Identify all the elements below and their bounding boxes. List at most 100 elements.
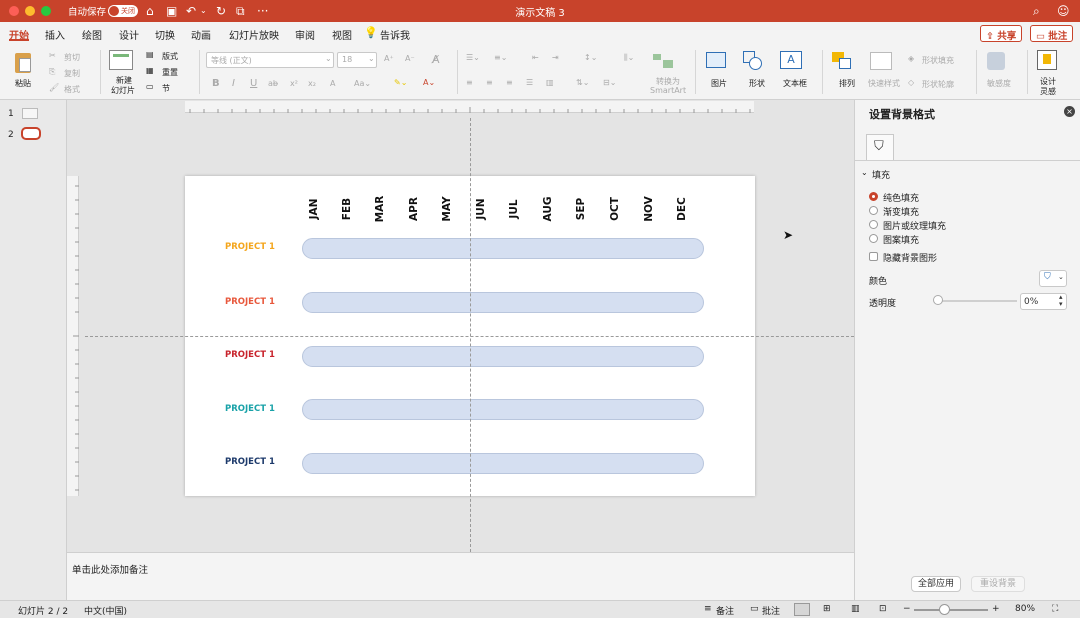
line-spacing-icon[interactable]: ↕⌄	[584, 53, 597, 62]
highlight-icon[interactable]: ✎⌄	[394, 78, 407, 87]
reading-view-icon[interactable]: ▥	[851, 604, 860, 614]
sensitivity-button[interactable]: 敏感度	[987, 78, 1011, 89]
shape-fill-icon[interactable]: ◈	[908, 54, 914, 63]
shape-button[interactable]: 形状	[749, 78, 765, 89]
tab-draw[interactable]: 绘图	[82, 27, 102, 42]
gradient-fill-radio[interactable]	[869, 206, 878, 215]
slide-thumbnail[interactable]	[22, 108, 38, 119]
increase-indent-icon[interactable]: ⇥	[552, 53, 559, 62]
smiley-icon[interactable]: ☺	[1057, 3, 1070, 19]
font-size-select[interactable]: 18 ⌄	[337, 52, 377, 68]
shape-outline-icon[interactable]: ◇	[908, 78, 914, 87]
color-picker-button[interactable]: ⛉ ⌄	[1039, 270, 1067, 287]
text-direction-icon[interactable]: ⇅⌄	[576, 78, 589, 87]
underline-icon[interactable]: U	[250, 78, 257, 89]
slideshow-view-icon[interactable]: ⊡	[879, 604, 887, 614]
text-effects-icon[interactable]: A	[330, 79, 335, 88]
copy-icon[interactable]: ⎘	[49, 67, 55, 77]
tab-review[interactable]: 审阅	[295, 27, 315, 42]
normal-view-icon[interactable]	[794, 603, 810, 616]
vertical-guide[interactable]	[470, 118, 471, 552]
strikethrough-icon[interactable]: ab̶	[268, 79, 278, 88]
distributed-icon[interactable]: ▥	[546, 78, 554, 87]
project-bar[interactable]	[302, 346, 704, 367]
arrange-button[interactable]: 排列	[839, 78, 855, 89]
layout-button[interactable]: 版式	[162, 51, 178, 62]
shape-fill-button[interactable]: 形状填充	[922, 55, 954, 66]
tab-transitions[interactable]: 切换	[155, 27, 175, 42]
pattern-fill-radio[interactable]	[869, 234, 878, 243]
zoom-level[interactable]: 80%	[1015, 604, 1035, 614]
fill-category-tab[interactable]: ⛉	[866, 134, 894, 160]
numbering-icon[interactable]: ≡⌄	[494, 53, 507, 62]
notes-toggle[interactable]: 备注	[716, 604, 734, 617]
comments-button[interactable]: ▭ 批注	[1030, 25, 1074, 42]
project-bar[interactable]	[302, 292, 704, 313]
paste-button[interactable]: 粘贴	[15, 78, 31, 89]
section-button[interactable]: 节	[162, 83, 170, 94]
format-painter-icon[interactable]: 🖌	[49, 83, 59, 92]
fit-slide-icon[interactable]: ⛶	[1052, 604, 1058, 614]
font-name-select[interactable]: 等线 (正文) ⌄	[206, 52, 334, 68]
align-right-icon[interactable]: ≡	[506, 78, 513, 87]
zoom-in-icon[interactable]: +	[992, 604, 1000, 614]
notes-icon[interactable]: ≡	[704, 604, 712, 614]
reset-icon[interactable]: ▦	[146, 66, 154, 75]
decrease-indent-icon[interactable]: ⇤	[532, 53, 539, 62]
slide-sorter-icon[interactable]: ⊞	[823, 604, 831, 614]
project-bar[interactable]	[302, 453, 704, 474]
language-indicator[interactable]: 中文(中国)	[84, 604, 127, 617]
shape-outline-button[interactable]: 形状轮廓	[922, 79, 954, 90]
clear-format-icon[interactable]: A̸	[432, 53, 440, 66]
tab-design[interactable]: 设计	[119, 27, 139, 42]
tab-slideshow[interactable]: 幻灯片放映	[229, 27, 279, 42]
align-text-icon[interactable]: ⊟⌄	[603, 78, 616, 87]
new-slide-line2[interactable]: 幻灯片	[111, 85, 135, 96]
picture-icon[interactable]	[706, 52, 726, 68]
paste-icon[interactable]	[12, 50, 34, 74]
increase-font-icon[interactable]: A⁺	[384, 54, 394, 63]
bold-icon[interactable]: B	[212, 78, 220, 89]
tab-animations[interactable]: 动画	[191, 27, 211, 42]
designer-line2[interactable]: 灵感	[1040, 86, 1056, 97]
cut-button[interactable]: 剪切	[64, 52, 80, 63]
align-center-icon[interactable]: ≡	[486, 78, 493, 87]
subscript-icon[interactable]: x₂	[308, 79, 316, 88]
notes-pane[interactable]: 单击此处添加备注	[67, 552, 854, 600]
zoom-out-icon[interactable]: −	[903, 604, 911, 614]
layout-icon[interactable]: ▤	[146, 50, 154, 59]
zoom-slider-track[interactable]	[914, 609, 988, 611]
textbox-icon[interactable]: A	[780, 51, 802, 69]
justify-icon[interactable]: ☰	[526, 78, 533, 87]
picture-fill-radio[interactable]	[869, 220, 878, 229]
tab-view[interactable]: 视图	[332, 27, 352, 42]
cut-icon[interactable]: ✂	[49, 51, 56, 60]
close-panel-icon[interactable]: ×	[1064, 106, 1075, 117]
align-left-icon[interactable]: ≡	[466, 78, 473, 87]
smartart-icon[interactable]	[653, 52, 675, 70]
comments-toggle[interactable]: 批注	[762, 604, 780, 617]
fill-section-header[interactable]: 填充	[872, 168, 890, 181]
reset-button[interactable]: 重置	[162, 67, 178, 78]
bullets-icon[interactable]: ☰⌄	[466, 53, 480, 62]
copy-button[interactable]: 复制	[64, 68, 80, 79]
apply-all-button[interactable]: 全部应用	[911, 576, 961, 592]
project-bar[interactable]	[302, 238, 704, 259]
sensitivity-icon[interactable]	[987, 52, 1005, 70]
reset-background-button[interactable]: 重设背景	[971, 576, 1025, 592]
share-button[interactable]: ⇪ 共享	[980, 25, 1023, 42]
picture-button[interactable]: 图片	[711, 78, 727, 89]
project-bar[interactable]	[302, 399, 704, 420]
new-slide-icon[interactable]	[109, 50, 133, 70]
tell-me-search[interactable]: 告诉我	[380, 27, 410, 42]
designer-icon[interactable]	[1037, 50, 1057, 70]
transparency-input[interactable]: 0% ▴ ▾	[1020, 293, 1067, 310]
chevron-down-icon[interactable]: ⌄	[861, 168, 868, 177]
comments-icon[interactable]: ▭	[750, 604, 759, 614]
transparency-slider-thumb[interactable]	[933, 295, 943, 305]
shape-icon[interactable]	[743, 51, 763, 71]
tab-insert[interactable]: 插入	[45, 27, 65, 42]
zoom-slider-thumb[interactable]	[939, 604, 950, 615]
format-painter-button[interactable]: 格式	[64, 84, 80, 95]
hide-background-checkbox[interactable]	[869, 252, 878, 261]
